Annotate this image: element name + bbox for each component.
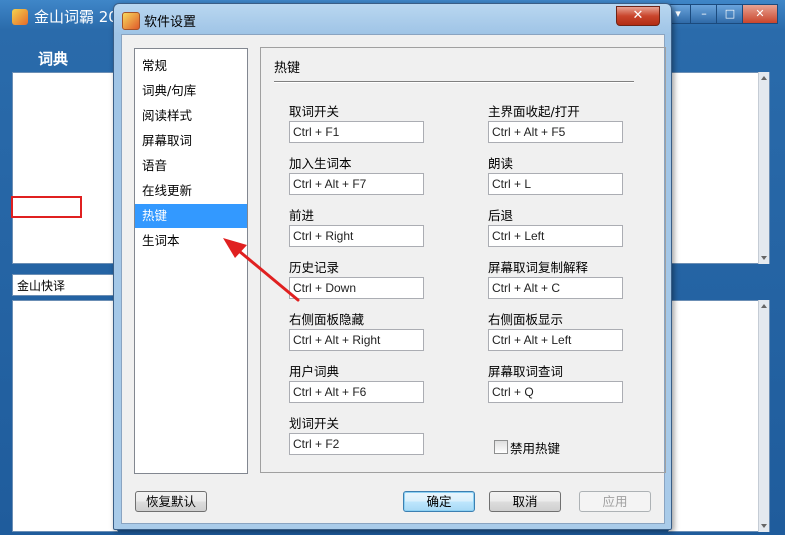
dialog-app-icon	[122, 12, 140, 30]
hotkey-label: 用户词典	[289, 364, 340, 379]
hotkey-label: 右侧面板隐藏	[289, 312, 365, 327]
dictionary-label: 词典	[38, 50, 69, 68]
hotkey-field-back[interactable]: Ctrl + Left	[488, 225, 623, 247]
translator-select-value: 金山快译	[17, 279, 66, 293]
dialog-body: 常规 词典/句库 阅读样式 屏幕取词 语音 在线更新 热键 生词本 热键 取词开…	[121, 34, 666, 524]
main-close-button[interactable]: ✕	[742, 4, 778, 24]
hotkey-label: 主界面收起/打开	[488, 104, 580, 119]
hotkey-label: 朗读	[488, 156, 514, 171]
maximize-button[interactable]: □	[716, 4, 744, 24]
hotkey-label: 后退	[488, 208, 514, 223]
ok-button[interactable]: 确定	[403, 491, 475, 512]
hotkey-field-read-aloud[interactable]: Ctrl + L	[488, 173, 623, 195]
dictionary-pane	[12, 72, 118, 264]
translator-select[interactable]: 金山快译	[12, 274, 125, 296]
right-top-scrollbar[interactable]	[758, 72, 769, 264]
nav-item-voice[interactable]: 语音	[135, 154, 247, 178]
cancel-button[interactable]: 取消	[489, 491, 561, 512]
hotkey-label: 右侧面板显示	[488, 312, 564, 327]
disable-hotkeys-checkbox[interactable]	[494, 440, 508, 454]
hotkey-field-hide-right-panel[interactable]: Ctrl + Alt + Right	[289, 329, 424, 351]
panel-title: 热键	[274, 61, 301, 76]
hotkey-field-copy-explanation[interactable]: Ctrl + Alt + C	[488, 277, 623, 299]
settings-category-list: 常规 词典/句库 阅读样式 屏幕取词 语音 在线更新 热键 生词本	[134, 48, 248, 474]
dialog-title: 软件设置	[144, 15, 197, 30]
nav-item-screen-capture[interactable]: 屏幕取词	[135, 129, 247, 153]
main-app-title: 金山词霸 20	[12, 6, 118, 27]
hotkey-label: 屏幕取词复制解释	[488, 260, 589, 275]
hotkey-field-history[interactable]: Ctrl + Down	[289, 277, 424, 299]
translator-pane	[12, 300, 118, 532]
settings-dialog: 软件设置 ✕ 常规 词典/句库 阅读样式 屏幕取词 语音 在线更新 热键 生词本…	[113, 3, 672, 530]
nav-item-general[interactable]: 常规	[135, 54, 247, 78]
panel-divider	[274, 81, 634, 83]
hotkey-label: 前进	[289, 208, 315, 223]
nav-item-online-update[interactable]: 在线更新	[135, 179, 247, 203]
hotkey-label: 历史记录	[289, 260, 340, 275]
apply-button[interactable]: 应用	[579, 491, 651, 512]
right-panel-top	[668, 72, 770, 264]
main-app-title-text: 金山词霸 20	[34, 8, 118, 26]
right-panel-bottom	[668, 300, 770, 532]
disable-hotkeys-label: 禁用热键	[510, 441, 561, 456]
annotation-highlight-box	[11, 196, 82, 218]
hotkey-label: 划词开关	[289, 416, 340, 431]
nav-item-hotkeys[interactable]: 热键	[135, 204, 247, 228]
app-logo-icon	[12, 9, 28, 25]
dialog-close-button[interactable]: ✕	[616, 6, 660, 26]
hotkey-field-add-vocab[interactable]: Ctrl + Alt + F7	[289, 173, 424, 195]
hotkey-field-capture-toggle[interactable]: Ctrl + F1	[289, 121, 424, 143]
hotkey-field-selection-toggle[interactable]: Ctrl + F2	[289, 433, 424, 455]
hotkey-field-forward[interactable]: Ctrl + Right	[289, 225, 424, 247]
hotkey-label: 屏幕取词查词	[488, 364, 564, 379]
hotkey-field-screen-lookup[interactable]: Ctrl + Q	[488, 381, 623, 403]
nav-item-dictionary[interactable]: 词典/句库	[135, 79, 247, 103]
hotkey-label: 加入生词本	[289, 156, 352, 171]
hotkey-field-show-right-panel[interactable]: Ctrl + Alt + Left	[488, 329, 623, 351]
right-bottom-scrollbar[interactable]	[758, 300, 769, 532]
hotkey-label: 取词开关	[289, 104, 340, 119]
hotkey-field-toggle-main[interactable]: Ctrl + Alt + F5	[488, 121, 623, 143]
minimize-button[interactable]: –	[690, 4, 718, 24]
hotkey-field-user-dict[interactable]: Ctrl + Alt + F6	[289, 381, 424, 403]
restore-default-button[interactable]: 恢复默认	[135, 491, 207, 512]
hotkeys-panel: 热键 取词开关 Ctrl + F1 加入生词本 Ctrl + Alt + F7 …	[260, 47, 666, 473]
nav-item-reading-style[interactable]: 阅读样式	[135, 104, 247, 128]
nav-item-vocabulary[interactable]: 生词本	[135, 229, 247, 253]
